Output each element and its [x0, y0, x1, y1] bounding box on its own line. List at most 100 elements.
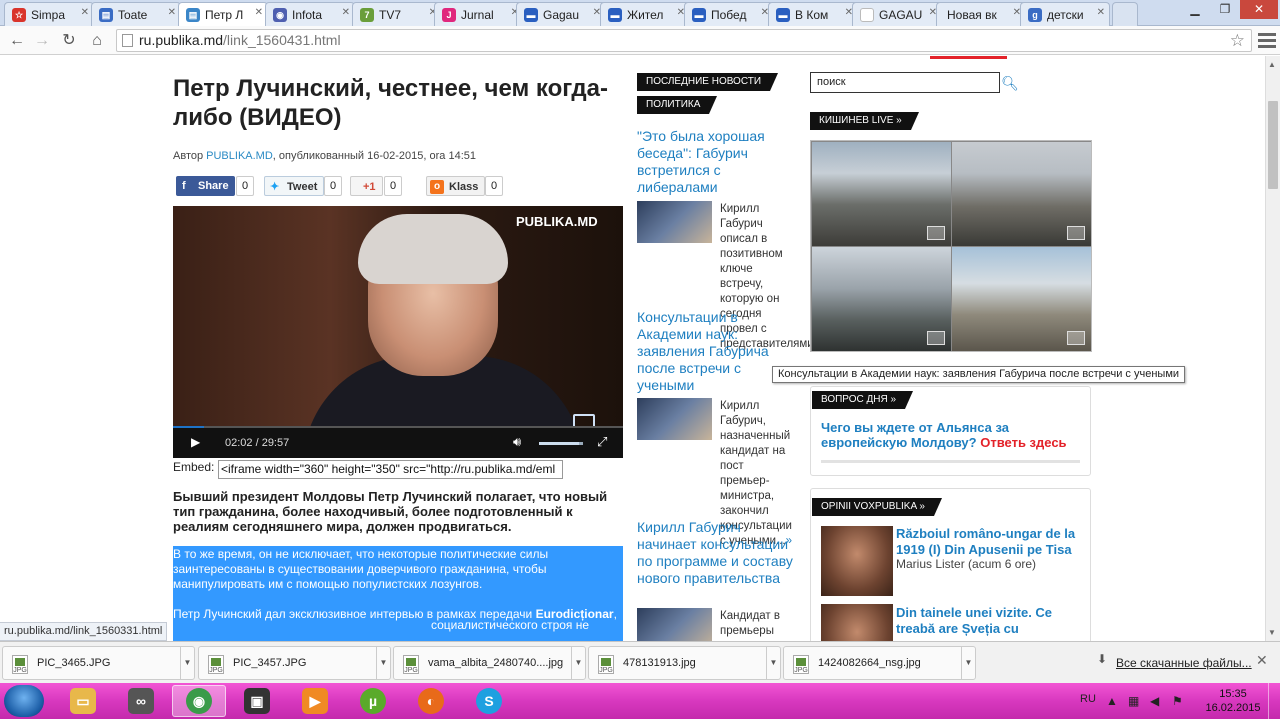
taskbar-media-goggles[interactable]: ∞	[114, 685, 168, 717]
close-icon[interactable]: ✕	[255, 7, 263, 18]
back-icon[interactable]: ←	[6, 30, 28, 52]
gplus-label: +1	[363, 181, 376, 193]
gplus-button[interactable]: +1	[350, 176, 383, 196]
tweet-button[interactable]: ✦ Tweet	[264, 176, 325, 196]
live-camera[interactable]	[952, 247, 1091, 351]
tray-expand-icon[interactable]: ▲	[1106, 694, 1118, 708]
taskbar-player[interactable]: ▶	[288, 685, 342, 717]
download-item[interactable]: JPG PIC_3465.JPG ▼	[2, 646, 195, 680]
facebook-share-button[interactable]: f Share	[176, 176, 235, 196]
opinion-title-link[interactable]: Din tainele unei vizite. Ce treabă are Ș…	[896, 605, 1076, 637]
close-icon[interactable]: ✕	[1256, 652, 1268, 669]
home-icon[interactable]: ⌂	[86, 30, 108, 52]
tab-10[interactable]: GAGAU ✕	[852, 2, 942, 26]
embed-code-input[interactable]: <iframe width="360" height="350" src="ht…	[218, 460, 563, 479]
minimize-icon[interactable]: ▁	[1180, 0, 1210, 19]
chevron-down-icon[interactable]: ▼	[376, 647, 390, 679]
news-title-link[interactable]: Кирилл Габурич начинает консультации по …	[637, 519, 793, 587]
forward-icon[interactable]: →	[31, 30, 53, 52]
download-item[interactable]: JPG vama_albita_2480740....jpg ▼	[393, 646, 586, 680]
scroll-up-icon[interactable]: ▲	[1268, 60, 1276, 69]
close-icon[interactable]: ✕	[81, 7, 89, 18]
download-item[interactable]: JPG 478131913.jpg ▼	[588, 646, 781, 680]
chevron-down-icon[interactable]: ▼	[961, 647, 975, 679]
image-file-icon: JPG	[12, 655, 28, 674]
close-icon[interactable]: ✕	[168, 7, 176, 18]
chevron-down-icon[interactable]: ▼	[180, 647, 194, 679]
taskbar-explorer[interactable]: ▭	[56, 685, 110, 717]
tab-9[interactable]: ▬ В Ком ✕	[768, 2, 858, 26]
live-camera[interactable]	[952, 142, 1091, 246]
taskbar-chrome[interactable]: ◉	[172, 685, 226, 717]
download-item[interactable]: JPG PIC_3457.JPG ▼	[198, 646, 391, 680]
reload-icon[interactable]: ↻	[58, 30, 80, 52]
start-button[interactable]	[4, 685, 44, 717]
clock[interactable]: 15:35 16.02.2015	[1203, 687, 1263, 715]
tab-2-active[interactable]: ▤ Петр Л ✕	[178, 2, 268, 27]
page-scrollbar[interactable]: ▲ ▼	[1265, 56, 1280, 641]
chevron-down-icon[interactable]: ▼	[571, 647, 585, 679]
download-icon: ⬇	[1097, 652, 1108, 666]
tab-4[interactable]: 7 TV7 ✕	[352, 2, 442, 26]
language-indicator[interactable]: RU	[1080, 693, 1096, 705]
volume-slider[interactable]	[539, 442, 583, 445]
fullscreen-icon[interactable]: ⤢	[597, 434, 607, 450]
live-camera[interactable]	[812, 247, 951, 351]
author-link[interactable]: PUBLIKA.MD	[206, 150, 273, 162]
taskbar-firefox[interactable]: ◐	[404, 685, 458, 717]
volume-icon[interactable]: 🔊︎	[513, 434, 521, 450]
tab-7[interactable]: ▬ Жител ✕	[600, 2, 690, 26]
tab-11[interactable]: Новая вк ✕	[936, 2, 1026, 26]
maximize-icon[interactable]: ❐	[1210, 0, 1240, 19]
tab-6[interactable]: ▬ Gagau ✕	[516, 2, 606, 26]
news-title-link[interactable]: "Это была хорошая беседа": Габурич встре…	[637, 128, 793, 196]
chevron-down-icon[interactable]: ▼	[766, 647, 780, 679]
show-all-downloads-link[interactable]: Все скачанные файлы...	[1116, 656, 1252, 670]
download-item[interactable]: JPG 1424082664_nsg.jpg ▼	[783, 646, 976, 680]
odnoklassniki-button[interactable]: o Klass	[426, 176, 486, 196]
tweet-count: 0	[324, 176, 342, 196]
scroll-thumb[interactable]	[1268, 101, 1278, 189]
tweet-label: Tweet	[287, 181, 318, 193]
tab-0[interactable]: ☆ Simpa ✕	[4, 2, 94, 26]
address-bar[interactable]: ru.publika.md/link_1560431.html ☆	[116, 29, 1252, 52]
taskbar-utorrent[interactable]: µ	[346, 685, 400, 717]
article-byline: Автор PUBLIKA.MD, опубликованный 16-02-2…	[173, 150, 476, 162]
video-player[interactable]: PUBLIKA.MD ▶ 02:02 / 29:57 🔊︎ ⤢	[173, 206, 623, 458]
close-icon[interactable]: ✕	[342, 7, 350, 18]
news-title-link[interactable]: Консультации в Академии наук: заявления …	[637, 309, 793, 394]
latest-news-tag[interactable]: ПОСЛЕДНИЕ НОВОСТИ	[637, 73, 779, 91]
tab-8[interactable]: ▬ Побед ✕	[684, 2, 774, 26]
author-avatar[interactable]	[821, 604, 893, 641]
action-center-flag-icon[interactable]: ⚑	[1172, 694, 1183, 708]
clock-time: 15:35	[1219, 688, 1247, 700]
tab-12[interactable]: g детски ✕	[1020, 2, 1110, 26]
opinions-tag[interactable]: OPINII VOXPUBLIKA »	[812, 498, 942, 516]
search-icon[interactable]: 🔍︎	[1001, 74, 1019, 92]
search-input[interactable]: поиск	[810, 72, 1000, 93]
taskbar-skype[interactable]: S	[462, 685, 516, 717]
tab-label: Побед	[711, 8, 747, 22]
network-icon[interactable]: ▦	[1128, 694, 1139, 708]
author-avatar[interactable]	[821, 526, 893, 596]
menu-icon[interactable]	[1258, 30, 1276, 50]
show-desktop-button[interactable]	[1268, 683, 1280, 719]
chisinau-live-tag[interactable]: КИШИНЕВ LIVE »	[810, 112, 919, 130]
close-icon[interactable]: ✕	[1097, 7, 1105, 18]
tab-1[interactable]: ▤ Toate ✕	[91, 2, 181, 26]
volume-icon[interactable]: ◀	[1150, 694, 1159, 708]
taskbar-camera[interactable]: ▣	[230, 685, 284, 717]
live-camera[interactable]	[812, 142, 951, 246]
tab-3[interactable]: ◉ Infota ✕	[265, 2, 355, 26]
play-icon[interactable]: ▶	[191, 435, 200, 449]
close-window-icon[interactable]: ✕	[1240, 0, 1278, 19]
bookmark-star-icon[interactable]: ☆	[1230, 30, 1245, 51]
opinion-title-link[interactable]: Războiul româno-ungar de la 1919 (I) Din…	[896, 526, 1076, 558]
live-cameras-grid[interactable]	[810, 140, 1092, 352]
politics-tag[interactable]: ПОЛИТИКА	[637, 96, 718, 114]
answer-here-link[interactable]: Ответь здесь	[980, 435, 1066, 450]
scroll-down-icon[interactable]: ▼	[1268, 628, 1276, 637]
new-tab-button[interactable]	[1112, 2, 1138, 26]
question-of-day-tag[interactable]: ВОПРОС ДНЯ »	[812, 391, 914, 409]
tab-5[interactable]: J Jurnal ✕	[434, 2, 524, 26]
